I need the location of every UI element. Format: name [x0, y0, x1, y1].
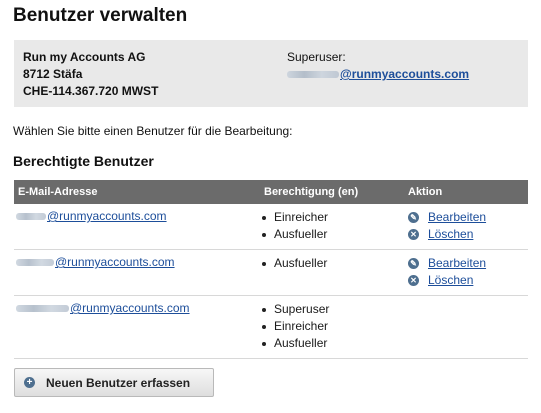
- table-row: @runmyaccounts.com Ausfueller ✎ Bearbeite…: [14, 249, 528, 296]
- page-title: Benutzer verwalten: [13, 5, 188, 26]
- user-email-link[interactable]: @runmyaccounts.com: [47, 209, 167, 223]
- permission-item: Ausfueller: [260, 335, 408, 352]
- superuser-email-link[interactable]: @runmyaccounts.com: [340, 67, 469, 81]
- redacted-email-prefix: [287, 71, 339, 79]
- action-cell: [408, 295, 528, 359]
- column-header-action: Aktion: [408, 186, 443, 198]
- permission-item: Einreicher: [260, 209, 408, 226]
- superuser-info: Superuser: @runmyaccounts.com: [287, 49, 469, 83]
- company-details: Run my Accounts AG 8712 Stäfa CHE-114.36…: [23, 49, 158, 100]
- redacted-email-prefix: [16, 305, 69, 313]
- user-email-cell: @runmyaccounts.com: [14, 295, 260, 359]
- table-header-row: E-Mail-Adresse Berechtigung (en) Aktion: [14, 180, 528, 204]
- user-email-cell: @runmyaccounts.com: [14, 249, 260, 296]
- delete-link[interactable]: Löschen: [428, 272, 473, 289]
- permission-cell: Einreicher Ausfueller: [260, 204, 408, 250]
- company-address: 8712 Stäfa: [23, 67, 83, 81]
- x-circle-icon[interactable]: ✕: [408, 275, 419, 286]
- edit-link[interactable]: Bearbeiten: [428, 255, 486, 272]
- pencil-circle-icon[interactable]: ✎: [408, 212, 419, 223]
- action-cell: ✎ Bearbeiten ✕ Löschen: [408, 204, 528, 250]
- delete-link[interactable]: Löschen: [428, 226, 473, 243]
- column-header-email: E-Mail-Adresse: [18, 186, 98, 198]
- permission-item: Ausfueller: [260, 255, 408, 272]
- company-name: Run my Accounts AG: [23, 50, 146, 64]
- plus-circle-icon: +: [24, 377, 35, 388]
- action-cell: ✎ Bearbeiten ✕ Löschen: [408, 249, 528, 296]
- superuser-label: Superuser:: [287, 50, 346, 64]
- permission-cell: Ausfueller: [260, 249, 408, 296]
- pencil-circle-icon[interactable]: ✎: [408, 258, 419, 269]
- user-email-link[interactable]: @runmyaccounts.com: [70, 301, 190, 315]
- user-email-cell: @runmyaccounts.com: [14, 204, 260, 250]
- redacted-email-prefix: [16, 213, 46, 221]
- section-title: Berechtigte Benutzer: [13, 153, 154, 169]
- permission-item: Superuser: [260, 301, 408, 318]
- users-table: E-Mail-Adresse Berechtigung (en) Aktion …: [14, 180, 528, 359]
- table-row: @runmyaccounts.com Einreicher Ausfueller…: [14, 204, 528, 250]
- add-user-button-label: Neuen Benutzer erfassen: [46, 375, 191, 390]
- permission-item: Ausfueller: [260, 226, 408, 243]
- x-circle-icon[interactable]: ✕: [408, 229, 419, 240]
- company-vat: CHE-114.367.720 MWST: [23, 84, 159, 98]
- permission-cell: Superuser Einreicher Ausfueller: [260, 295, 408, 359]
- redacted-email-prefix: [16, 259, 54, 267]
- add-user-button[interactable]: + Neuen Benutzer erfassen: [14, 368, 214, 397]
- company-info-box: Run my Accounts AG 8712 Stäfa CHE-114.36…: [14, 40, 528, 107]
- column-header-permission: Berechtigung (en): [264, 186, 359, 198]
- permission-item: Einreicher: [260, 318, 408, 335]
- user-email-link[interactable]: @runmyaccounts.com: [55, 255, 175, 269]
- edit-link[interactable]: Bearbeiten: [428, 209, 486, 226]
- table-row: @runmyaccounts.com Superuser Einreicher …: [14, 295, 528, 359]
- instruction-text: Wählen Sie bitte einen Benutzer für die …: [13, 124, 293, 138]
